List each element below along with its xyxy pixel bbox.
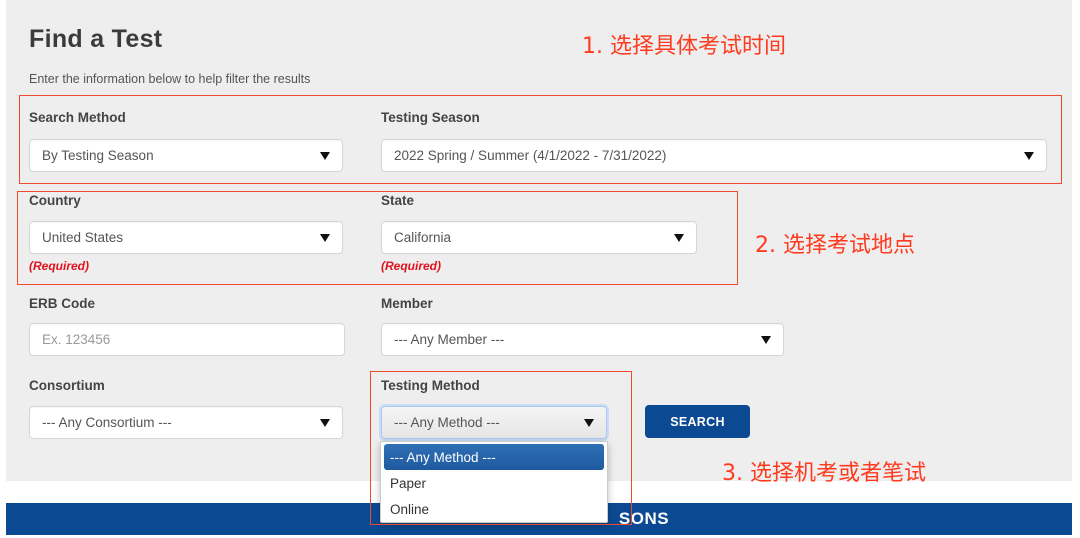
erb-code-label: ERB Code (29, 296, 96, 311)
state-select[interactable]: California (381, 221, 697, 254)
chevron-down-icon (1024, 151, 1034, 160)
testing-method-value: --- Any Method --- (394, 415, 500, 430)
search-button[interactable]: SEARCH (645, 405, 750, 438)
country-select[interactable]: United States (29, 221, 343, 254)
chevron-down-icon (320, 151, 330, 160)
page-subtitle: Enter the information below to help filt… (29, 72, 311, 86)
testing-season-select[interactable]: 2022 Spring / Summer (4/1/2022 - 7/31/20… (381, 139, 1047, 172)
find-a-test-page: Find a Test Enter the information below … (0, 0, 1080, 538)
search-method-label: Search Method (29, 110, 126, 125)
annotation-text-season: 1. 选择具体考试时间 (582, 34, 786, 59)
search-method-select[interactable]: By Testing Season (29, 139, 343, 172)
testing-season-label: Testing Season (381, 110, 480, 125)
state-required-note: (Required) (381, 259, 441, 273)
annotation-text-location: 2. 选择考试地点 (755, 233, 915, 258)
member-select[interactable]: --- Any Member --- (381, 323, 784, 356)
member-value: --- Any Member --- (394, 332, 505, 347)
country-label: Country (29, 193, 81, 208)
country-required-note: (Required) (29, 259, 89, 273)
country-value: United States (42, 230, 124, 245)
chevron-down-icon (674, 233, 684, 242)
erb-code-placeholder: Ex. 123456 (42, 332, 111, 347)
chevron-down-icon (761, 335, 771, 344)
member-label: Member (381, 296, 433, 311)
chevron-down-icon (320, 233, 330, 242)
state-label: State (381, 193, 415, 208)
consortium-value: --- Any Consortium --- (42, 415, 172, 430)
consortium-label: Consortium (29, 378, 105, 393)
banner-title: SONS (618, 509, 670, 528)
dropdown-option-any-method[interactable]: --- Any Method --- (384, 444, 604, 470)
annotation-text-method: 3. 选择机考或者笔试 (722, 461, 926, 486)
erb-code-input[interactable]: Ex. 123456 (29, 323, 345, 356)
state-value: California (394, 230, 452, 245)
search-method-value: By Testing Season (42, 148, 154, 163)
testing-method-dropdown: --- Any Method --- Paper Online (380, 441, 608, 523)
testing-season-value: 2022 Spring / Summer (4/1/2022 - 7/31/20… (394, 148, 667, 163)
dropdown-option-online[interactable]: Online (384, 496, 604, 522)
testing-method-select[interactable]: --- Any Method --- (381, 406, 607, 439)
chevron-down-icon (320, 418, 330, 427)
dropdown-option-paper[interactable]: Paper (384, 470, 604, 496)
testing-method-label: Testing Method (381, 378, 480, 393)
consortium-select[interactable]: --- Any Consortium --- (29, 406, 343, 439)
page-title: Find a Test (29, 25, 163, 53)
chevron-down-icon (584, 418, 594, 427)
